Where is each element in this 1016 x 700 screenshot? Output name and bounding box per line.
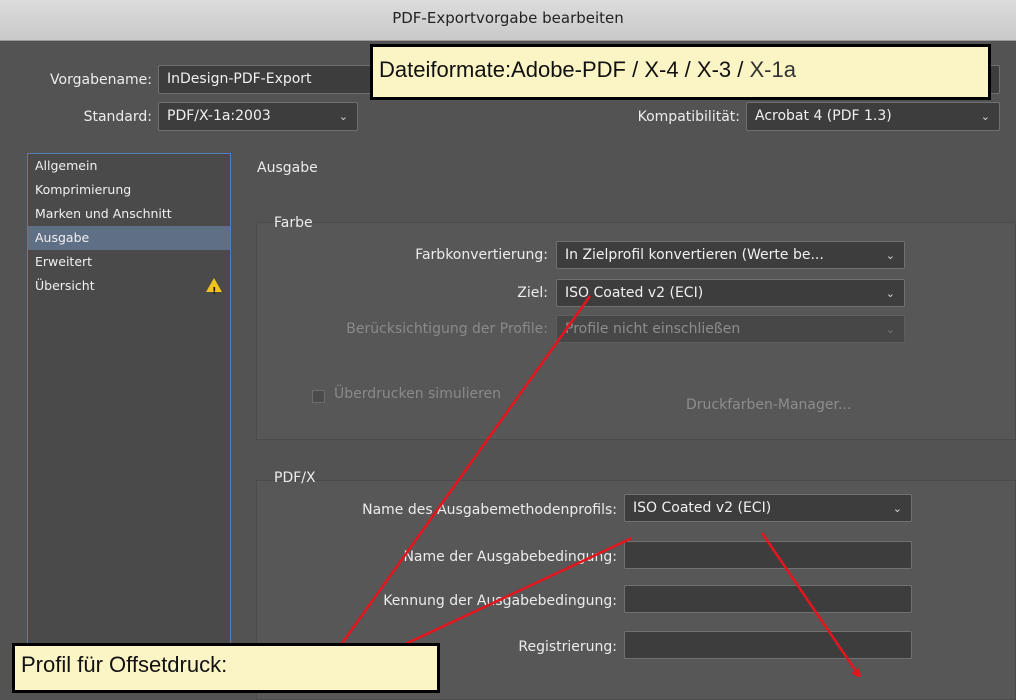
arrow-pdfx-right — [760, 532, 862, 677]
formats-callout-light: X-1a — [743, 57, 796, 82]
profile-note-text: Profil für Offsetdruck: — [21, 652, 228, 677]
profile-note-callout: Profil für Offsetdruck: — [12, 643, 440, 693]
annotation-arrows — [316, 295, 862, 677]
formats-callout-bold: Dateiformate:Adobe-PDF / X-4 / X-3 / — [379, 57, 744, 82]
arrow-target-to-note — [316, 295, 592, 677]
formats-callout: Dateiformate:Adobe-PDF / X-4 / X-3 / X-1… — [370, 44, 991, 100]
